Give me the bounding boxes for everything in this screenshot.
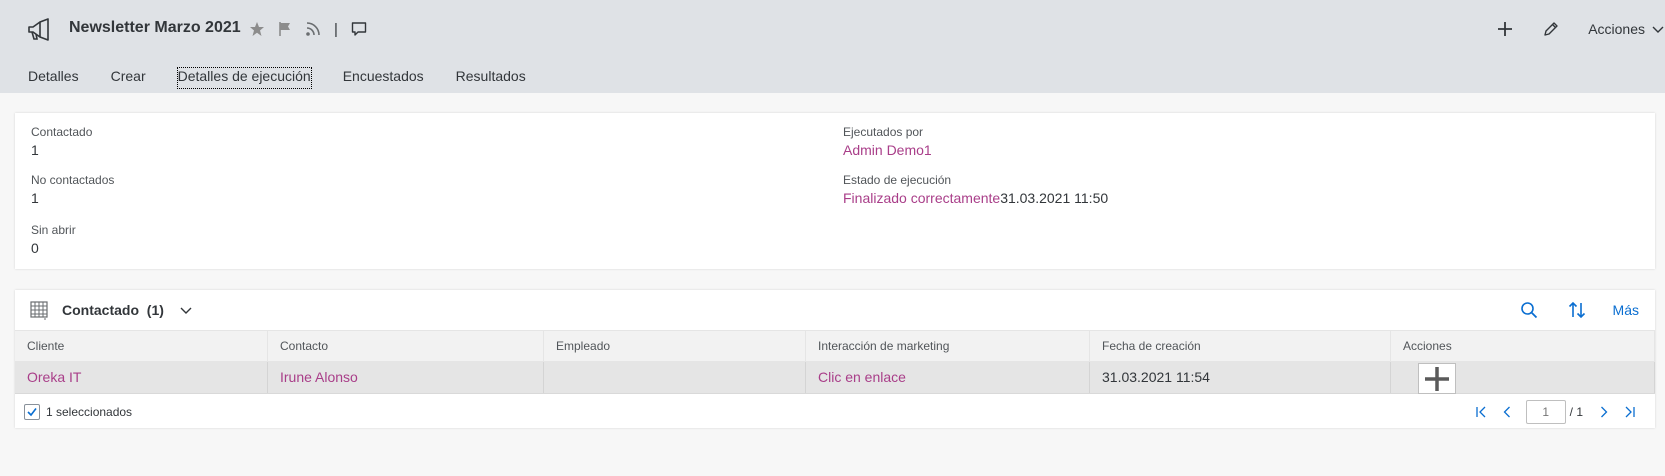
- cell-interaccion: Clic en enlace: [806, 362, 1090, 393]
- sin-abrir-label: Sin abrir: [31, 223, 76, 237]
- header-actions: Acciones: [1474, 14, 1665, 44]
- sin-abrir-field: Sin abrir 0: [31, 223, 76, 257]
- more-button[interactable]: Más: [1613, 302, 1639, 318]
- previous-page-icon[interactable]: [1496, 401, 1518, 423]
- estado-timestamp: 31.03.2021 11:50: [1000, 190, 1109, 206]
- table-toolbar-actions: Más: [1495, 296, 1655, 324]
- tab-detalles-de-ejecucion[interactable]: Detalles de ejecución: [176, 67, 312, 89]
- pagination: / 1: [1466, 400, 1641, 424]
- table-count: (1): [146, 302, 164, 318]
- cell-contacto: Irune Alonso: [268, 362, 544, 393]
- column-header-acciones[interactable]: Acciones: [1391, 331, 1655, 361]
- no-contactados-value: 1: [31, 190, 39, 206]
- page-title: Newsletter Marzo 2021: [69, 19, 241, 36]
- sin-abrir-value: 0: [31, 240, 39, 256]
- megaphone-icon: [26, 17, 52, 43]
- column-header-fecha[interactable]: Fecha de creación: [1090, 331, 1391, 361]
- table-title: Contactado (1): [62, 302, 164, 318]
- ejecutados-por-field: Ejecutados por Admin Demo1: [843, 125, 932, 159]
- rss-feed-icon[interactable]: [304, 20, 322, 38]
- table-view-icon[interactable]: [29, 300, 49, 320]
- contactado-value: 1: [31, 142, 39, 158]
- no-contactados-label: No contactados: [31, 173, 115, 187]
- contactado-label: Contactado: [31, 125, 93, 139]
- flag-icon[interactable]: [276, 20, 294, 38]
- page-total: / 1: [1569, 405, 1583, 419]
- contactado-table-card: Contactado (1) Más Cliente Contacto Empl…: [15, 290, 1655, 428]
- plus-icon: [1425, 366, 1449, 391]
- add-button[interactable]: [1490, 14, 1520, 44]
- first-page-icon[interactable]: [1470, 401, 1492, 423]
- title-actions: |: [248, 18, 368, 40]
- chevron-down-icon: [1652, 26, 1664, 33]
- ejecutados-por-link[interactable]: Admin Demo1: [843, 141, 932, 159]
- interaccion-link[interactable]: Clic en enlace: [818, 369, 906, 385]
- actions-label: Acciones: [1588, 21, 1645, 37]
- favorite-star-icon[interactable]: [248, 20, 266, 38]
- object-page-header: Newsletter Marzo 2021 | Acciones Detalle…: [0, 0, 1665, 93]
- column-header-contacto[interactable]: Contacto: [268, 331, 544, 361]
- selected-count: 1 seleccionados: [46, 405, 133, 419]
- ejecutados-por-label: Ejecutados por: [843, 125, 924, 139]
- cell-empleado: [544, 362, 806, 393]
- page-number-input[interactable]: [1525, 400, 1566, 424]
- table-toolbar: Contactado (1) Más: [15, 290, 1655, 330]
- cell-fecha: 31.03.2021 11:54: [1090, 362, 1391, 393]
- column-header-interaccion[interactable]: Interacción de marketing: [806, 331, 1090, 361]
- select-all-checkbox[interactable]: [24, 404, 40, 420]
- tab-encuestados[interactable]: Encuestados: [343, 68, 424, 88]
- column-header-cliente[interactable]: Cliente: [15, 331, 268, 361]
- table-row[interactable]: Oreka IT Irune Alonso Clic en enlace 31.…: [15, 362, 1655, 394]
- last-page-icon[interactable]: [1619, 401, 1641, 423]
- tab-resultados[interactable]: Resultados: [456, 68, 526, 88]
- table-header-row: Cliente Contacto Empleado Interacción de…: [15, 330, 1655, 362]
- chevron-down-icon[interactable]: [178, 302, 194, 318]
- table-title-text: Contactado: [62, 302, 139, 318]
- contacto-link[interactable]: Irune Alonso: [280, 369, 358, 385]
- tab-crear[interactable]: Crear: [111, 68, 146, 88]
- estado-label: Estado de ejecución: [843, 173, 952, 187]
- contactado-field: Contactado 1: [31, 125, 92, 159]
- next-page-icon[interactable]: [1593, 401, 1615, 423]
- row-add-button[interactable]: [1418, 363, 1456, 394]
- tab-bar: Detalles Crear Detalles de ejecución Enc…: [28, 67, 558, 89]
- separator: |: [334, 20, 338, 38]
- header-title-bar: Newsletter Marzo 2021 | Acciones: [0, 0, 1665, 58]
- cliente-link[interactable]: Oreka IT: [27, 369, 81, 385]
- comment-icon[interactable]: [350, 20, 368, 38]
- search-icon[interactable]: [1515, 296, 1543, 324]
- table-footer: 1 seleccionados / 1: [15, 395, 1655, 428]
- cell-cliente: Oreka IT: [15, 362, 268, 393]
- execution-details-card: Contactado 1 No contactados 1 Sin abrir …: [15, 113, 1655, 269]
- edit-button[interactable]: [1536, 14, 1566, 44]
- tab-detalles[interactable]: Detalles: [28, 68, 79, 88]
- estado-value-row: Finalizado correctamente31.03.2021 11:50: [843, 189, 1108, 207]
- checkmark-icon: [27, 408, 37, 417]
- actions-menu-button[interactable]: Acciones: [1588, 21, 1665, 37]
- column-header-empleado[interactable]: Empleado: [544, 331, 806, 361]
- estado-link[interactable]: Finalizado correctamente: [843, 190, 1000, 206]
- no-contactados-field: No contactados 1: [31, 173, 114, 207]
- sort-icon[interactable]: [1563, 296, 1591, 324]
- estado-field: Estado de ejecución Finalizado correctam…: [843, 173, 1108, 207]
